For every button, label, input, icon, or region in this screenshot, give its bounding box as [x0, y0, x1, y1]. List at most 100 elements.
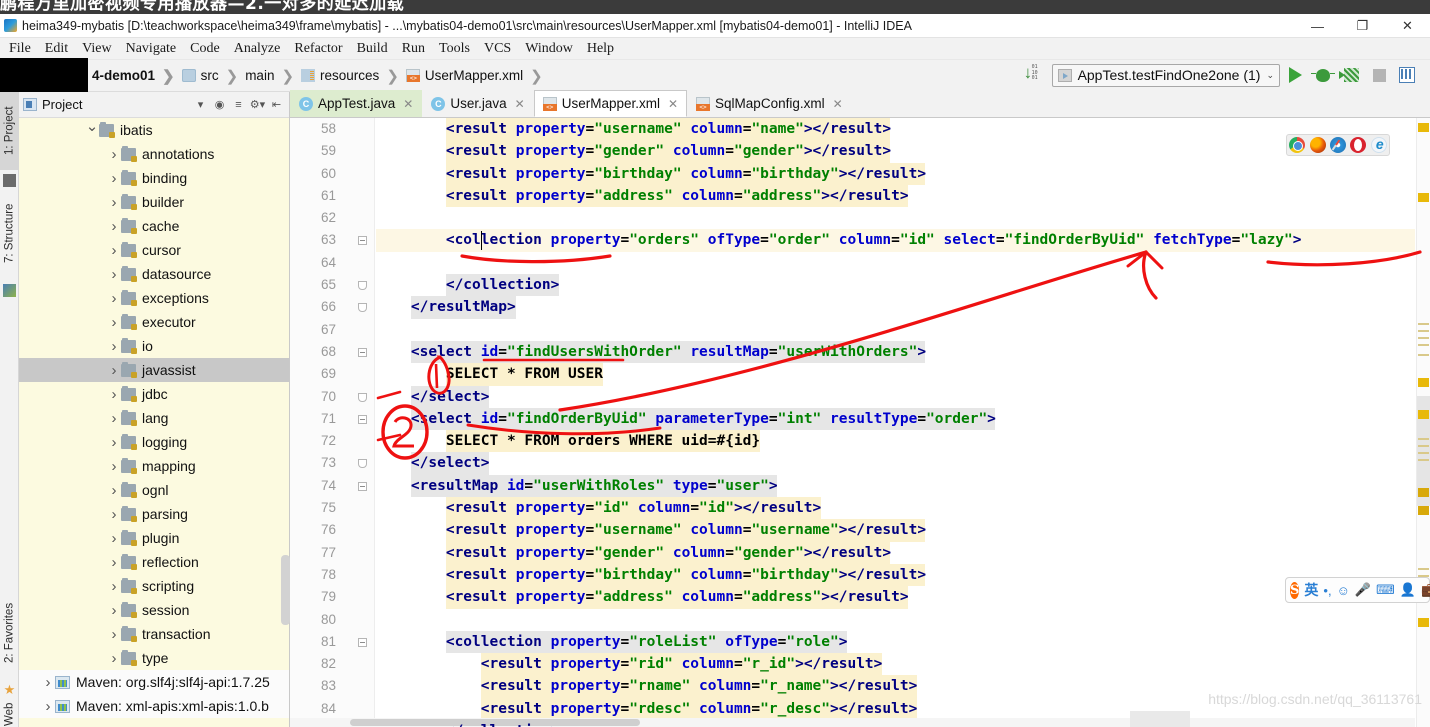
code-line[interactable]: 65 </collection> — [290, 274, 1415, 297]
chevron-right-icon[interactable] — [107, 626, 121, 643]
chevron-right-icon[interactable] — [107, 458, 121, 475]
tree-item[interactable]: session — [19, 598, 289, 622]
chevron-down-icon[interactable]: ⌄ — [1266, 70, 1274, 81]
code-line[interactable]: 74 <resultMap id="userWithRoles" type="u… — [290, 474, 1415, 498]
tree-item[interactable]: logging — [19, 430, 289, 454]
tree-item[interactable]: mapping — [19, 454, 289, 478]
menu-item-run[interactable]: Run — [395, 38, 432, 60]
code-line[interactable]: 76 <result property="username" column="u… — [290, 519, 1415, 542]
chevron-right-icon[interactable] — [107, 314, 121, 331]
maximize-button[interactable]: ❐ — [1340, 14, 1385, 38]
chevron-right-icon[interactable] — [107, 434, 121, 451]
tree-item[interactable]: transaction — [19, 622, 289, 646]
code-line[interactable]: 62 — [290, 207, 1415, 229]
menu-item-analyze[interactable]: Analyze — [227, 38, 288, 60]
code-line[interactable]: 73 </select> — [290, 452, 1415, 475]
chevron-right-icon[interactable] — [107, 506, 121, 523]
emoji-icon[interactable]: ☺ — [1337, 583, 1350, 598]
code-line[interactable]: 78 <result property="birthday" column="b… — [290, 563, 1415, 587]
fold-handle-icon[interactable] — [358, 392, 367, 402]
menu-item-window[interactable]: Window — [518, 38, 580, 60]
debug-button[interactable] — [1310, 62, 1336, 88]
chevron-right-icon[interactable] — [107, 362, 121, 379]
tree-item[interactable]: ognl — [19, 478, 289, 502]
locate-icon[interactable]: ◉ — [211, 96, 228, 113]
fold-handle-icon[interactable] — [358, 414, 367, 424]
sidebar-item-structure[interactable]: 7: Structure — [0, 187, 19, 279]
collapse-all-icon[interactable]: ≡ — [230, 96, 247, 113]
close-icon[interactable]: ✕ — [833, 97, 843, 111]
layout-button[interactable] — [1394, 62, 1420, 88]
code-line[interactable]: 80 — [290, 609, 1415, 631]
tree-item[interactable]: reflection — [19, 550, 289, 574]
close-button[interactable]: ✕ — [1385, 14, 1430, 38]
run-toolbar[interactable]: AppTest.testFindOne2one (1) ⌄ — [1024, 62, 1420, 88]
chrome-icon[interactable] — [1289, 137, 1306, 153]
tree-item[interactable]: scripting — [19, 574, 289, 598]
code-line[interactable]: 81 <collection property="roleList" ofTyp… — [290, 630, 1415, 654]
menu-item-refactor[interactable]: Refactor — [287, 38, 349, 60]
chevron-right-icon[interactable] — [107, 578, 121, 595]
chevron-right-icon[interactable] — [107, 602, 121, 619]
code-editor[interactable]: 58 <result property="username" column="n… — [290, 118, 1430, 727]
editor-tab-bar[interactable]: AppTest.java ✕ User.java ✕ UserMapper.xm… — [290, 90, 1430, 118]
tree-item[interactable]: javassist — [19, 358, 289, 382]
window-controls[interactable]: — ❐ ✕ — [1295, 14, 1430, 38]
menu-item-view[interactable]: View — [75, 38, 118, 60]
close-icon[interactable]: ✕ — [403, 97, 413, 111]
fold-handle-icon[interactable] — [358, 347, 367, 357]
code-line[interactable]: 67 — [290, 319, 1415, 341]
editor-marker-bar[interactable] — [1416, 118, 1430, 727]
download-binary-icon[interactable] — [1024, 63, 1044, 85]
sogou-logo-icon[interactable]: S — [1290, 581, 1300, 599]
soft-keyboard-icon[interactable]: ⌨ — [1376, 582, 1395, 598]
run-configuration-selector[interactable]: AppTest.testFindOne2one (1) ⌄ — [1051, 63, 1280, 87]
tree-item[interactable]: annotations — [19, 142, 289, 166]
menu-bar[interactable]: File Edit View Navigate Code Analyze Ref… — [0, 38, 1430, 60]
breadcrumb-item-src[interactable]: src ❯ — [181, 67, 246, 85]
code-text-area[interactable]: 58 <result property="username" column="n… — [290, 118, 1415, 727]
sidebar-item-project[interactable]: 1: Project — [0, 92, 19, 170]
breadcrumb-item-main[interactable]: main ❯ — [245, 67, 301, 85]
tab-apptest-java[interactable]: AppTest.java ✕ — [290, 90, 423, 117]
chevron-right-icon[interactable] — [41, 674, 55, 691]
code-line[interactable]: 66 </resultMap> — [290, 296, 1415, 319]
opera-icon[interactable] — [1350, 137, 1367, 153]
close-icon[interactable]: ✕ — [668, 97, 678, 111]
chevron-right-icon[interactable] — [107, 650, 121, 667]
chevron-right-icon[interactable] — [107, 554, 121, 571]
tree-item[interactable]: type — [19, 646, 289, 670]
code-line[interactable]: 68 <select id="findUsersWithOrder" resul… — [290, 340, 1415, 364]
tree-item[interactable]: exceptions — [19, 286, 289, 310]
menu-item-tools[interactable]: Tools — [432, 38, 477, 60]
code-line[interactable]: 71 <select id="findOrderByUid" parameter… — [290, 407, 1415, 431]
tree-item[interactable]: Maven: org.slf4j:slf4j-api:1.7.25 — [19, 670, 289, 694]
fold-handle-icon[interactable] — [358, 236, 367, 246]
tree-item[interactable]: plugin — [19, 526, 289, 550]
fold-handle-icon[interactable] — [358, 637, 367, 647]
tree-item[interactable]: lang — [19, 406, 289, 430]
code-line[interactable]: 69 SELECT * FROM USER — [290, 363, 1415, 386]
left-tool-window-strip[interactable]: 1: Project 7: Structure 2: Favorites Web… — [0, 92, 19, 727]
chevron-right-icon[interactable] — [107, 218, 121, 235]
chevron-right-icon[interactable] — [107, 410, 121, 427]
chevron-right-icon[interactable] — [107, 170, 121, 187]
code-line[interactable]: 77 <result property="gender" column="gen… — [290, 541, 1415, 564]
menu-item-file[interactable]: File — [2, 38, 38, 60]
menu-item-build[interactable]: Build — [350, 38, 395, 60]
tree-item[interactable]: datasource — [19, 262, 289, 286]
code-line[interactable]: 75 <result property="id" column="id"></r… — [290, 497, 1415, 520]
ime-toolbar[interactable]: S 英 •, ☺ 🎤 ⌨ 👤 💼 — [1285, 577, 1430, 603]
safari-icon[interactable] — [1329, 137, 1346, 153]
firefox-icon[interactable] — [1309, 137, 1326, 153]
project-tree-scrollbar[interactable] — [281, 555, 290, 625]
code-line[interactable]: 59 <result property="gender" column="gen… — [290, 140, 1415, 163]
breadcrumb-item-resources[interactable]: resources ❯ — [301, 67, 406, 85]
ime-mode-label[interactable]: 英 — [1304, 580, 1318, 600]
chevron-right-icon[interactable] — [107, 146, 121, 163]
chevron-right-icon[interactable] — [41, 698, 55, 715]
code-line[interactable]: 70 </select> — [290, 385, 1415, 408]
tree-item[interactable]: Maven: xml-apis:xml-apis:1.0.b — [19, 694, 289, 718]
breadcrumb-item-file[interactable]: UserMapper.xml ❯ — [405, 67, 550, 85]
close-icon[interactable]: ✕ — [515, 97, 525, 111]
